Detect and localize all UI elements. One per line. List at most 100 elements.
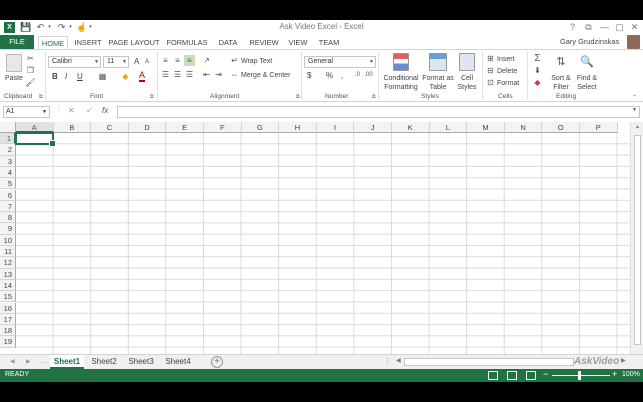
row-header[interactable]: 1	[0, 133, 16, 145]
column-header[interactable]: P	[580, 122, 618, 133]
tab-file[interactable]: FILE	[0, 35, 34, 49]
cut-icon[interactable]: ✂	[25, 53, 36, 64]
decrease-decimal-icon[interactable]: .00	[363, 70, 374, 81]
normal-view-icon[interactable]	[488, 371, 498, 380]
clipboard-launcher-icon[interactable]: ⧉	[39, 94, 43, 100]
column-header[interactable]: G	[241, 122, 280, 133]
restore-button[interactable]: ▢	[613, 21, 626, 34]
page-layout-view-icon[interactable]	[507, 371, 517, 380]
align-center-icon[interactable]: ☰	[172, 69, 183, 80]
scroll-left-icon[interactable]: ◀	[396, 357, 401, 364]
row-header[interactable]: 17	[0, 313, 16, 326]
conditional-formatting-button[interactable]: Conditional Formatting	[383, 74, 419, 92]
column-header[interactable]: B	[53, 122, 92, 133]
format-painter-icon[interactable]: 🖌	[25, 77, 36, 88]
row-header[interactable]: 2	[0, 144, 16, 156]
collapse-ribbon-icon[interactable]: ⌃	[632, 94, 637, 101]
sheet-tab-sheet1[interactable]: Sheet1	[50, 355, 84, 369]
cell-styles-icon[interactable]	[459, 53, 475, 71]
formula-input[interactable]: ▼	[117, 106, 640, 118]
paste-button[interactable]: Paste	[5, 74, 23, 83]
tab-team[interactable]: TEAM	[315, 36, 343, 49]
column-header[interactable]: J	[354, 122, 392, 133]
format-cells-icon[interactable]: ⊡	[485, 77, 496, 88]
sheet-tab-sheet2[interactable]: Sheet2	[87, 355, 121, 369]
sort-filter-icon[interactable]: ⇅	[552, 53, 570, 71]
column-header[interactable]: F	[204, 122, 242, 133]
zoom-level[interactable]: 100%	[622, 371, 640, 378]
merge-center-button[interactable]: Merge & Center	[241, 71, 290, 80]
tab-formulas[interactable]: FORMULAS	[165, 36, 209, 49]
close-button[interactable]: ✕	[628, 21, 641, 34]
tab-data[interactable]: DATA	[214, 36, 242, 49]
cancel-icon[interactable]: ✕	[68, 106, 75, 115]
sheet-tab-sheet3[interactable]: Sheet3	[124, 355, 158, 369]
underline-button[interactable]: U	[77, 72, 83, 81]
format-as-table-button[interactable]: Format as Table	[422, 74, 454, 92]
autosum-icon[interactable]: Σ	[532, 53, 543, 64]
vertical-scrollbar[interactable]: ▲ ▼	[630, 122, 643, 371]
horizontal-scroll-thumb[interactable]	[404, 358, 574, 366]
sort-filter-button[interactable]: Sort & Filter	[549, 74, 573, 92]
number-format-select[interactable]: General ▼	[304, 56, 376, 68]
tab-split-handle-icon[interactable]: ⋮	[384, 357, 391, 365]
italic-button[interactable]: I	[65, 72, 67, 81]
vertical-scroll-thumb[interactable]	[634, 135, 641, 345]
align-right-icon[interactable]: ☰	[184, 69, 195, 80]
row-header[interactable]: 9	[0, 223, 16, 235]
top-align-icon[interactable]: ≡	[160, 55, 171, 66]
scroll-up-icon[interactable]: ▲	[631, 124, 643, 130]
page-break-preview-icon[interactable]	[526, 371, 536, 380]
grow-font-button[interactable]: A	[134, 57, 139, 66]
percent-button[interactable]: %	[326, 71, 333, 80]
font-launcher-icon[interactable]: ⧉	[150, 94, 154, 100]
expand-formula-bar-icon[interactable]: ▼	[632, 107, 637, 113]
tab-review[interactable]: REVIEW	[247, 36, 281, 49]
column-header[interactable]: C	[91, 122, 129, 133]
find-select-button[interactable]: Find & Select	[575, 74, 599, 92]
delete-cells-icon[interactable]: ⊟	[485, 65, 496, 76]
select-all-corner[interactable]	[0, 122, 16, 133]
row-header[interactable]: 10	[0, 234, 16, 246]
column-header[interactable]: L	[429, 122, 468, 133]
bottom-align-icon[interactable]: ≡	[184, 55, 195, 66]
row-header[interactable]: 11	[0, 246, 16, 258]
clear-icon[interactable]: ◆	[532, 77, 543, 88]
increase-decimal-icon[interactable]: .0	[352, 70, 363, 81]
row-header[interactable]: 7	[0, 200, 16, 213]
sheet-tab-sheet4[interactable]: Sheet4	[161, 355, 195, 369]
row-header[interactable]: 5	[0, 178, 16, 190]
paste-icon[interactable]	[6, 54, 22, 72]
row-header[interactable]: 12	[0, 257, 16, 269]
font-color-button[interactable]: A	[139, 71, 146, 82]
find-select-icon[interactable]: 🔍	[578, 53, 596, 71]
delete-cells-button[interactable]: Delete	[497, 67, 517, 76]
name-box[interactable]: A1 ▼	[3, 106, 50, 118]
tab-home[interactable]: HOME	[38, 36, 68, 49]
insert-cells-button[interactable]: Insert	[497, 55, 515, 64]
row-header[interactable]: 4	[0, 166, 16, 179]
prev-sheet-icon[interactable]: ◀	[10, 358, 15, 365]
insert-function-button[interactable]: fx	[102, 106, 108, 115]
wrap-text-button[interactable]: Wrap Text	[241, 57, 272, 66]
new-sheet-button[interactable]: +	[211, 356, 223, 368]
tab-insert[interactable]: INSERT	[72, 36, 104, 49]
font-name-select[interactable]: Calibri ▼	[48, 56, 101, 68]
enter-icon[interactable]: ✓	[86, 106, 93, 115]
wrap-text-icon[interactable]: ↵	[229, 55, 240, 66]
cell-area[interactable]	[16, 133, 630, 371]
active-cell-a1[interactable]	[15, 132, 56, 147]
column-header[interactable]: D	[128, 122, 167, 133]
column-header[interactable]: H	[279, 122, 317, 133]
next-sheet-icon[interactable]: ▶	[26, 358, 31, 365]
row-header[interactable]: 6	[0, 189, 16, 201]
number-launcher-icon[interactable]: ⧉	[372, 94, 376, 100]
comma-button[interactable]: ,	[341, 71, 343, 80]
alignment-launcher-icon[interactable]: ⧉	[296, 94, 300, 100]
avatar[interactable]	[627, 35, 640, 49]
row-header[interactable]: 19	[0, 336, 16, 348]
decrease-indent-icon[interactable]: ⇤	[201, 69, 212, 80]
insert-cells-icon[interactable]: ⊞	[485, 53, 496, 64]
increase-indent-icon[interactable]: ⇥	[213, 69, 224, 80]
row-header[interactable]: 15	[0, 291, 16, 303]
